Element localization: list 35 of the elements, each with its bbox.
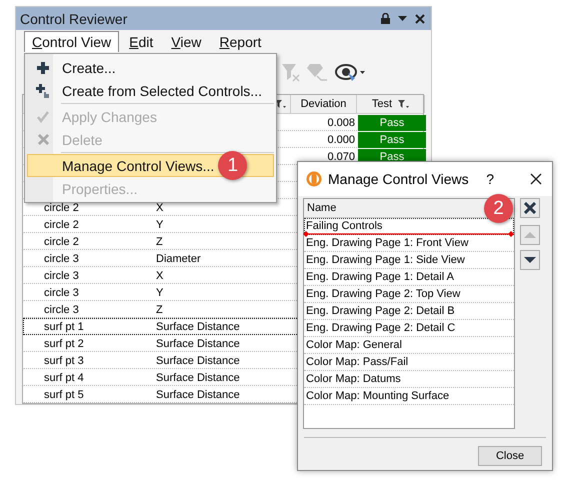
table-cell-text: circle 3: [43, 252, 80, 268]
table-cell-text: Surface Distance: [155, 337, 241, 352]
table-cell-text: Z: [155, 303, 164, 318]
table-cell-text: circle 3: [43, 286, 80, 302]
test-result-cell: Pass: [358, 115, 426, 132]
table-cell-text: Y: [155, 286, 164, 302]
table-cell-text: X: [155, 201, 164, 216]
test-result-cell: Pass: [358, 132, 426, 148]
table-cell-text: Y: [155, 218, 164, 234]
table-cell-text: Diameter: [155, 252, 202, 268]
table-cell-text: X: [155, 269, 164, 284]
callout-badge: 1: [218, 151, 248, 180]
table-cell-text: surf pt 5: [43, 388, 85, 404]
table-cell-text: circle 2: [43, 218, 80, 234]
table-cell-text: circle 3: [43, 303, 80, 318]
table-cell-text: circle 3: [43, 269, 80, 284]
column-header-label: Deviation: [300, 98, 346, 110]
table-cell-text: Surface Distance: [155, 320, 241, 336]
table-cell-text: 0.008: [326, 116, 356, 132]
table-cell-text: surf pt 2: [43, 337, 85, 352]
table-cell-text: Surface Distance: [155, 354, 241, 370]
panel-title: Control Reviewer: [20, 10, 128, 27]
table-cell-text: 0.070: [326, 150, 356, 166]
table-cell-text: Surface Distance: [155, 388, 241, 404]
column-header-label: Test: [372, 98, 392, 110]
table-cell-text: Surface Distance: [155, 371, 241, 386]
callout-badge: 2: [484, 194, 513, 223]
table-cell-text: circle 2: [43, 235, 80, 250]
table-cell-text: surf pt 4: [43, 371, 85, 386]
dialog-title: Manage Control Views: [328, 171, 470, 187]
table-cell-text: surf pt 1: [43, 320, 85, 336]
table-cell-text: Z: [155, 235, 164, 250]
table-cell-text: circle 2: [43, 201, 80, 216]
table-cell-text: surf pt 3: [43, 354, 85, 370]
table-cell-text: 0.000: [326, 133, 356, 148]
